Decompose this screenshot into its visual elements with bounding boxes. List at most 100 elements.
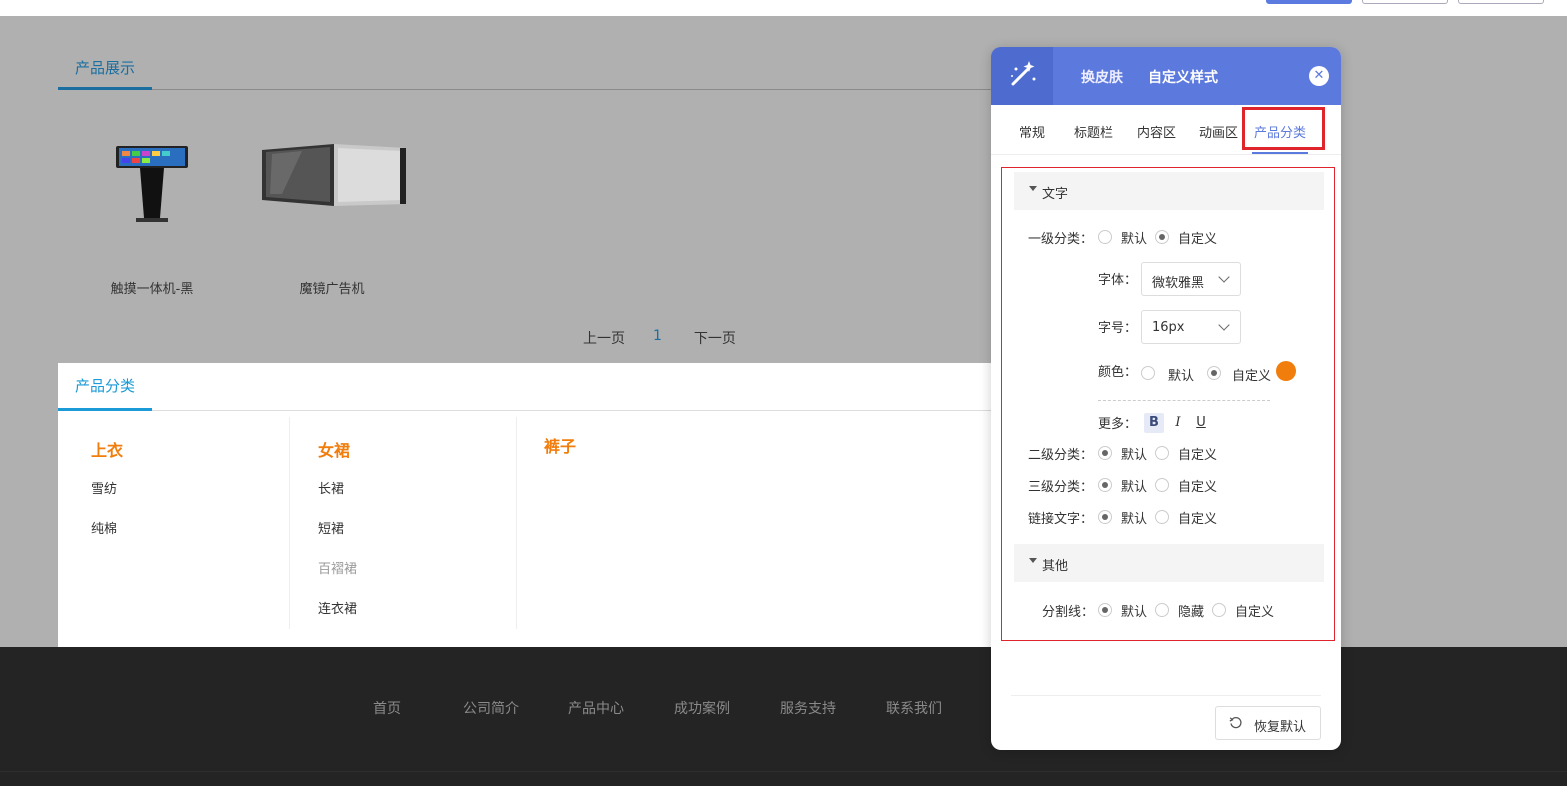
category-item[interactable]: 连衣裙 — [318, 598, 357, 617]
section-text-header[interactable]: 文字 — [1014, 172, 1324, 210]
bold-button[interactable]: B — [1144, 413, 1164, 433]
radio-label: 自定义 — [1178, 480, 1218, 495]
footer-divider — [0, 771, 1567, 772]
level2-label: 二级分类： — [1028, 448, 1094, 463]
close-icon[interactable]: ✕ — [1309, 66, 1329, 86]
link-default-radio[interactable] — [1098, 510, 1112, 524]
section-other-header[interactable]: 其他 — [1014, 544, 1324, 582]
level2-custom-radio[interactable] — [1155, 446, 1169, 460]
link-text-label: 链接文字： — [1028, 512, 1094, 527]
panel-footer-divider — [1011, 695, 1321, 696]
product-category-module: 产品分类 上衣 雪纺 纯棉 女裙 长裙 短裙 百褶裙 连衣裙 裤子 — [58, 363, 1058, 647]
level2-default-radio[interactable] — [1098, 446, 1112, 460]
product-name[interactable]: 魔镜广告机 — [242, 278, 422, 297]
radio-label: 默认 — [1121, 605, 1148, 620]
radio-label: 自定义 — [1178, 232, 1218, 247]
tab-product-category[interactable]: 产品分类 — [58, 363, 152, 411]
tab-general[interactable]: 常规 — [1019, 122, 1045, 141]
next-page-link[interactable]: 下一页 — [694, 328, 736, 348]
link-custom-radio[interactable] — [1155, 510, 1169, 524]
footer-nav-home[interactable]: 首页 — [373, 698, 401, 718]
toolbar-button[interactable] — [1458, 0, 1544, 4]
section-title: 文字 — [1042, 187, 1069, 202]
highlight-box: 文字 一级分类： 默认 自定义 字体： 微软雅黑 字号： 16px 颜色： 默认… — [1001, 167, 1335, 641]
color-label: 颜色： — [1098, 365, 1138, 380]
radio-label: 默认 — [1121, 480, 1148, 495]
tab-change-skin[interactable]: 换皮肤 — [1081, 67, 1123, 87]
radio-label: 隐藏 — [1178, 605, 1205, 620]
dashed-divider — [1098, 400, 1270, 401]
footer-nav-products[interactable]: 产品中心 — [568, 698, 624, 718]
tab-animation-area[interactable]: 动画区 — [1199, 122, 1238, 141]
prev-page-link[interactable]: 上一页 — [583, 328, 625, 348]
product-name[interactable]: 触摸一体机-黑 — [62, 278, 242, 297]
level1-custom-radio[interactable] — [1155, 230, 1169, 244]
more-label: 更多： — [1098, 417, 1138, 432]
divider-default-radio[interactable] — [1098, 603, 1112, 617]
chevron-down-icon — [1218, 271, 1230, 283]
category-item[interactable]: 长裙 — [318, 478, 344, 497]
color-custom-radio[interactable] — [1207, 366, 1221, 380]
category-item[interactable]: 纯棉 — [91, 518, 117, 537]
reset-default-label: 恢复默认 — [1254, 720, 1307, 735]
font-select-value: 微软雅黑 — [1152, 276, 1205, 291]
category-item[interactable]: 雪纺 — [91, 478, 117, 497]
color-swatch[interactable] — [1276, 361, 1296, 381]
style-panel: 换皮肤 自定义样式 ✕ 常规 标题栏 内容区 动画区 产品分类 文字 一级分类：… — [991, 47, 1341, 750]
tab-product-display[interactable]: 产品展示 — [58, 48, 152, 90]
footer-nav-contact[interactable]: 联系我们 — [886, 698, 942, 718]
toolbar-button-primary[interactable] — [1266, 0, 1352, 4]
tab-title-bar[interactable]: 标题栏 — [1074, 122, 1113, 141]
top-toolbar — [0, 0, 1567, 16]
category-title[interactable]: 裤子 — [544, 433, 576, 457]
radio-label: 自定义 — [1178, 448, 1218, 463]
radio-label: 自定义 — [1178, 512, 1218, 527]
radio-label: 默认 — [1168, 369, 1195, 384]
tab-custom-style[interactable]: 自定义样式 — [1148, 67, 1218, 87]
underline-button[interactable]: U — [1191, 413, 1211, 433]
footer-nav-about[interactable]: 公司简介 — [463, 698, 519, 718]
active-tab-indicator — [1252, 152, 1308, 154]
divider-hide-radio[interactable] — [1155, 603, 1169, 617]
product-card[interactable]: 触摸一体机-黑 — [62, 128, 242, 297]
mirror-display-image — [242, 128, 422, 278]
level3-custom-radio[interactable] — [1155, 478, 1169, 492]
product-card[interactable]: 魔镜广告机 — [242, 128, 422, 297]
footer-nav-cases[interactable]: 成功案例 — [674, 698, 730, 718]
magic-wand-icon — [991, 47, 1053, 105]
radio-label: 自定义 — [1235, 605, 1275, 620]
color-default-radio[interactable] — [1141, 366, 1155, 380]
tab-content-area[interactable]: 内容区 — [1137, 122, 1176, 141]
italic-button[interactable]: I — [1168, 413, 1188, 433]
kiosk-image — [62, 128, 242, 278]
radio-label: 默认 — [1121, 448, 1148, 463]
size-select[interactable]: 16px — [1141, 310, 1241, 344]
size-select-value: 16px — [1152, 320, 1185, 335]
font-label: 字体： — [1098, 273, 1138, 288]
chevron-down-icon — [1218, 319, 1230, 331]
product-category-header: 产品分类 — [58, 363, 1058, 411]
level3-default-radio[interactable] — [1098, 478, 1112, 492]
reset-icon — [1229, 717, 1242, 729]
level1-default-radio[interactable] — [1098, 230, 1112, 244]
divider-label: 分割线： — [1042, 605, 1095, 620]
size-label: 字号： — [1098, 321, 1138, 336]
category-item[interactable]: 百褶裙 — [318, 558, 357, 577]
radio-label: 默认 — [1121, 512, 1148, 527]
pagination: 上一页 1 下一页 — [583, 328, 736, 348]
category-item[interactable]: 短裙 — [318, 518, 344, 537]
toolbar-button[interactable] — [1362, 0, 1448, 4]
current-page[interactable]: 1 — [653, 328, 662, 348]
category-title[interactable]: 上衣 — [91, 437, 123, 461]
category-column: 上衣 雪纺 纯棉 — [91, 417, 290, 629]
level3-label: 三级分类： — [1028, 480, 1094, 495]
radio-label: 默认 — [1121, 232, 1148, 247]
footer-nav-support[interactable]: 服务支持 — [780, 698, 836, 718]
reset-default-button[interactable]: 恢复默认 — [1215, 706, 1321, 740]
section-title: 其他 — [1042, 559, 1069, 574]
category-title[interactable]: 女裙 — [318, 437, 350, 461]
divider-custom-radio[interactable] — [1212, 603, 1226, 617]
category-column: 女裙 长裙 短裙 百褶裙 连衣裙 — [318, 417, 517, 629]
font-select[interactable]: 微软雅黑 — [1141, 262, 1241, 296]
category-column: 裤子 — [544, 417, 743, 629]
